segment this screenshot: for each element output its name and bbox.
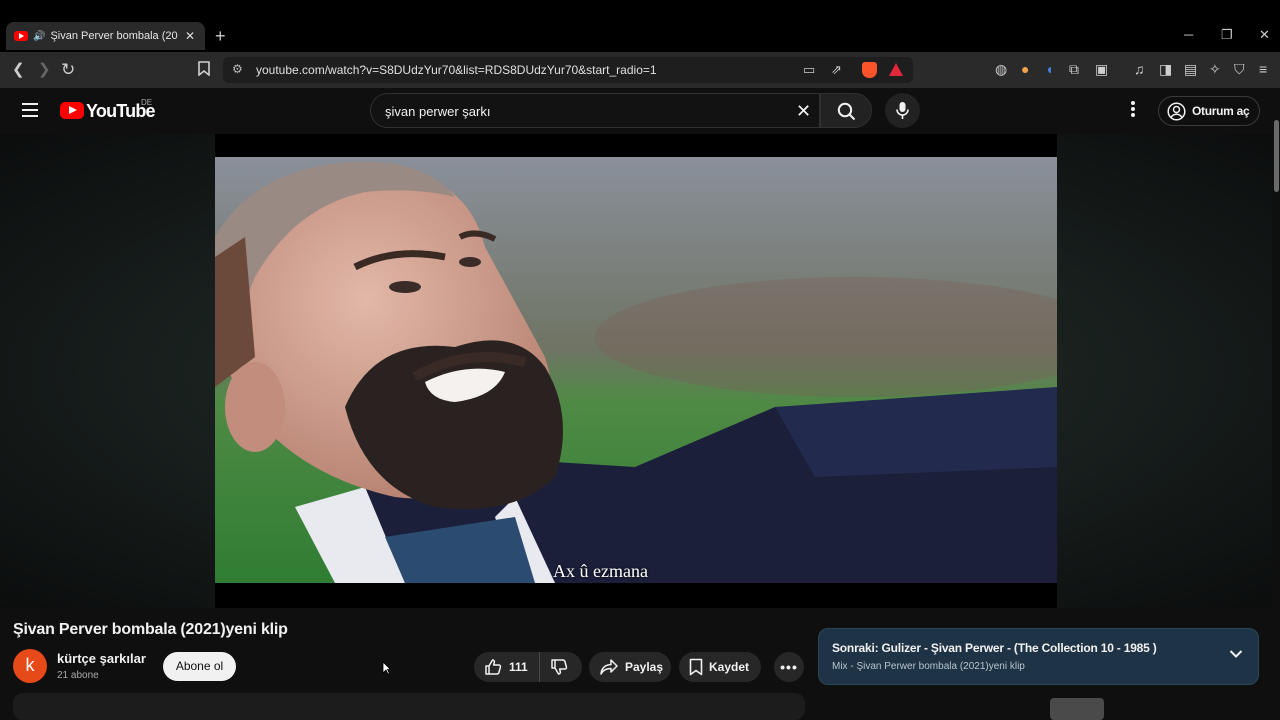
like-count: 111 xyxy=(509,660,528,674)
share-arrow-icon xyxy=(600,659,618,675)
up-next-title: Sonraki: Gulizer - Şivan Perwer - (The C… xyxy=(832,641,1157,655)
like-button[interactable]: 111 xyxy=(474,652,540,682)
youtube-favicon-icon xyxy=(14,31,28,41)
playlist-thumbnail[interactable] xyxy=(1050,698,1104,720)
sidebar-icon[interactable]: ◨ xyxy=(1159,61,1172,78)
search-button[interactable] xyxy=(820,93,872,128)
video-frame-image xyxy=(215,157,1057,583)
up-next-card[interactable]: Sonraki: Gulizer - Şivan Perwer - (The C… xyxy=(818,628,1259,685)
save-bookmark-icon xyxy=(689,658,703,676)
browser-tab[interactable]: 🔊 Şivan Perver bombala (2021)y ✕ xyxy=(6,22,205,50)
signin-button[interactable]: Oturum aç xyxy=(1158,96,1260,126)
extensions-icon[interactable]: ⧉ xyxy=(1069,61,1079,78)
chevron-down-icon[interactable] xyxy=(1229,649,1243,659)
up-next-subtitle: Mix - Şivan Perwer bombala (2021)yeni kl… xyxy=(832,661,1025,672)
video-title: Şivan Perver bombala (2021)yeni klip xyxy=(13,621,288,638)
screenshot-icon[interactable]: ▣ xyxy=(1095,61,1108,78)
reload-icon[interactable]: ↻ xyxy=(61,61,75,79)
description-box[interactable] xyxy=(13,693,805,720)
url-text[interactable]: youtube.com/watch?v=S8DUdzYur70&list=RDS… xyxy=(256,63,657,77)
search-icon xyxy=(837,102,856,121)
search-box[interactable]: şivan perwer şarkı ✕ xyxy=(370,93,820,128)
youtube-logo-icon[interactable] xyxy=(60,102,84,119)
music-icon[interactable]: ♫ xyxy=(1134,61,1145,77)
save-label: Kaydet xyxy=(709,660,750,674)
share-label: Paylaş xyxy=(625,660,664,674)
screen: 🔊 Şivan Perver bombala (2021)y ✕ + ─ ❐ ✕… xyxy=(0,0,1280,720)
plus-icon[interactable]: + xyxy=(215,26,226,47)
like-dislike-group: 111 xyxy=(474,652,582,682)
share-page-icon[interactable]: ⇗ xyxy=(831,62,842,78)
vpn-shield-icon[interactable]: ⛉ xyxy=(1234,61,1245,78)
account-icon xyxy=(1167,101,1186,121)
channel-name[interactable]: kürtçe şarkılar xyxy=(57,651,146,666)
wallet-extension-icon[interactable]: ◍ xyxy=(995,61,1007,78)
wallet-icon[interactable]: ▤ xyxy=(1184,61,1197,78)
mouse-cursor-icon xyxy=(382,661,391,675)
region-code: DE xyxy=(141,98,153,107)
clear-search-icon[interactable]: ✕ xyxy=(796,101,811,122)
back-icon[interactable]: ❮ xyxy=(12,61,25,79)
tab-title: Şivan Perver bombala (2021)y xyxy=(50,30,178,42)
speaker-icon[interactable]: 🔊 xyxy=(33,31,45,42)
cast-icon[interactable]: ▭ xyxy=(803,62,815,78)
bookmark-icon[interactable] xyxy=(198,61,210,81)
more-actions-button[interactable]: ••• xyxy=(774,652,804,682)
address-bar[interactable]: ⚙ youtube.com/watch?v=S8DUdzYur70&list=R… xyxy=(223,57,913,83)
site-settings-icon[interactable]: ⚙ xyxy=(232,62,243,76)
channel-avatar[interactable]: k xyxy=(13,649,47,683)
microphone-icon xyxy=(896,102,909,119)
scrollbar-thumb[interactable] xyxy=(1274,120,1279,192)
forward-icon[interactable]: ❯ xyxy=(38,61,51,79)
settings-more-icon[interactable] xyxy=(1131,101,1137,119)
thumbs-up-icon xyxy=(485,659,502,675)
tab-strip: 🔊 Şivan Perver bombala (2021)y ✕ + ─ ❐ ✕ xyxy=(0,0,1280,52)
subscriber-count: 21 abone xyxy=(57,670,99,681)
dislike-button[interactable] xyxy=(540,652,568,682)
signin-label: Oturum aç xyxy=(1192,104,1250,118)
minimize-icon[interactable]: ─ xyxy=(1184,27,1193,42)
guide-menu-icon[interactable] xyxy=(22,103,38,117)
window-close-icon[interactable]: ✕ xyxy=(1259,27,1270,43)
menu-icon[interactable]: ≡ xyxy=(1259,61,1267,77)
leo-ai-icon[interactable]: ✧ xyxy=(1209,61,1221,78)
share-button[interactable]: Paylaş xyxy=(589,652,671,682)
audio-extension-icon[interactable]: ◖ xyxy=(1045,61,1053,77)
video-frame[interactable]: Ax û ezmana xyxy=(215,157,1057,583)
thumbs-down-icon xyxy=(551,659,568,675)
subscribe-button[interactable]: Abone ol xyxy=(163,652,236,681)
video-player[interactable]: Ax û ezmana xyxy=(215,134,1057,608)
brave-rewards-icon[interactable] xyxy=(889,63,903,76)
brave-shields-icon[interactable] xyxy=(862,62,877,78)
voice-search-button[interactable] xyxy=(885,93,920,128)
restore-icon[interactable]: ❐ xyxy=(1221,27,1233,43)
extension-icon[interactable]: ● xyxy=(1021,61,1029,77)
video-subtitle: Ax û ezmana xyxy=(553,561,648,581)
search-input[interactable]: şivan perwer şarkı xyxy=(385,104,490,119)
close-icon[interactable]: ✕ xyxy=(183,29,197,43)
save-button[interactable]: Kaydet xyxy=(679,652,761,682)
